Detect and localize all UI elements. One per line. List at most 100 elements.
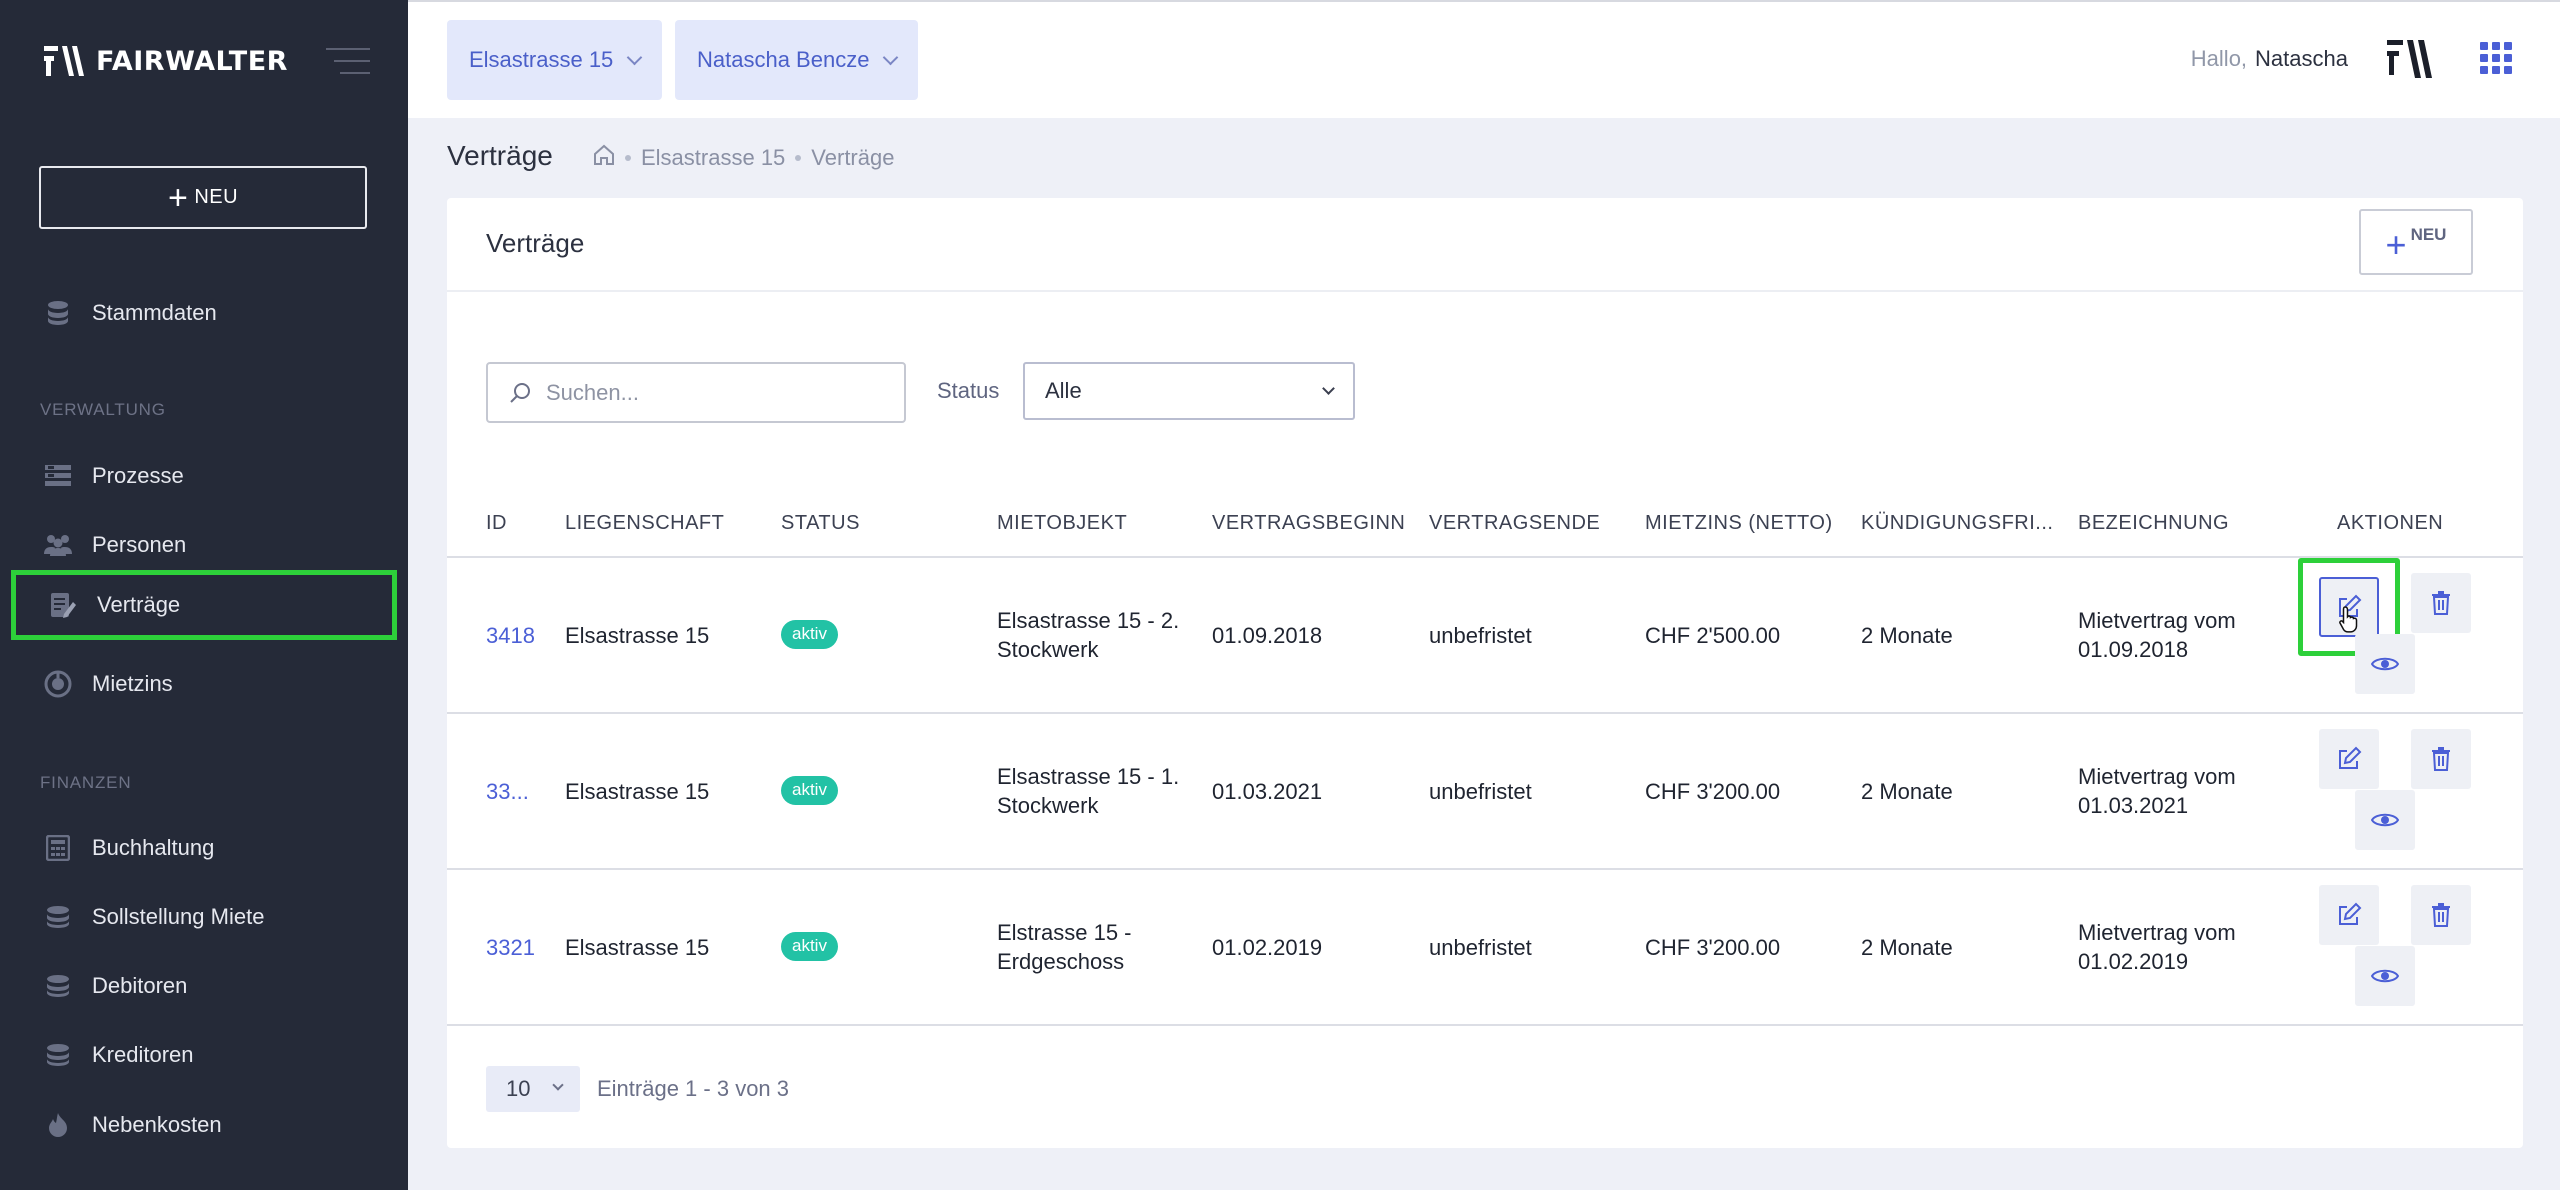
edit-button[interactable]: [2319, 885, 2379, 945]
breadcrumb: Elsastrasse 15 Verträge: [593, 144, 894, 172]
sidebar-item-debitoren[interactable]: Debitoren: [0, 951, 408, 1021]
property-select[interactable]: Elsastrasse 15: [447, 20, 663, 100]
brand-name: FAIRWALTER: [96, 45, 288, 77]
chevron-down-icon: [883, 49, 899, 65]
cell-rent: CHF 3'200.00: [1645, 935, 1781, 960]
section-label-verwaltung: VERWALTUNG: [40, 400, 166, 419]
breadcrumb-item[interactable]: Verträge: [811, 145, 894, 171]
sidebar-item-sollstellung-miete[interactable]: Sollstellung Miete: [0, 882, 408, 952]
cell-end: unbefristet: [1429, 779, 1532, 804]
view-button[interactable]: [2355, 946, 2415, 1006]
cell-description: Mietvertrag vom 01.02.2019: [2078, 918, 2236, 976]
edit-button[interactable]: [2319, 729, 2379, 789]
add-contract-label: NEU: [2410, 225, 2447, 244]
rent-icon: [44, 670, 72, 698]
sidebar-item-label: Personen: [92, 532, 187, 557]
column-header-vertragsende[interactable]: VERTRAGSENDE: [1429, 512, 1600, 535]
cell-object-line: Elstrasse 15 -: [997, 920, 1132, 945]
page-title: Verträge: [447, 140, 553, 171]
cell-end: unbefristet: [1429, 935, 1532, 960]
coins-icon: [44, 972, 72, 1000]
sidebar-item-nebenkosten[interactable]: Nebenkosten: [0, 1090, 408, 1160]
column-header-aktionen: AKTIONEN: [2337, 512, 2444, 534]
table-row: 3321 Elsastrasse 15 aktiv Elstrasse 15 -…: [447, 870, 2523, 1026]
plus-icon: +: [2385, 224, 2407, 265]
table-row: 33... Elsastrasse 15 aktiv Elsastrasse 1…: [447, 714, 2523, 870]
people-icon: [44, 531, 72, 559]
status-filter-select[interactable]: Alle: [1023, 362, 1355, 420]
card-header: Verträge + NEU: [447, 198, 2523, 292]
cell-object-line: Elsastrasse 15 - 1.: [997, 764, 1180, 789]
breadcrumb-separator: [625, 155, 631, 161]
cell-description: Mietvertrag vom 01.09.2018: [2078, 606, 2236, 664]
column-header-kuendigungsfrist[interactable]: KÜNDIGUNGSFRI...: [1861, 512, 2053, 535]
column-header-liegenschaft[interactable]: LIEGENSCHAFT: [565, 512, 724, 535]
brand-logo[interactable]: FAIRWALTER: [44, 44, 288, 78]
view-button[interactable]: [2355, 790, 2415, 850]
cell-description-line: Mietvertrag vom: [2078, 764, 2236, 789]
cell-description-line: 01.09.2018: [2078, 637, 2189, 662]
avatar[interactable]: [2385, 36, 2435, 82]
cell-object-line: Stockwerk: [997, 637, 1099, 662]
fairwalter-logo-icon: [44, 46, 84, 76]
breadcrumb-item[interactable]: Elsastrasse 15: [641, 145, 785, 171]
chevron-down-icon: [1322, 382, 1335, 395]
plus-icon: +: [167, 178, 189, 217]
eye-icon: [2371, 657, 2399, 671]
cell-property: Elsastrasse 15: [565, 779, 710, 804]
contract-id-link[interactable]: 3321: [486, 933, 535, 962]
column-header-mietzins[interactable]: MIETZINS (NETTO): [1645, 512, 1833, 535]
view-button[interactable]: [2355, 634, 2415, 694]
sidebar-item-kreditoren[interactable]: Kreditoren: [0, 1020, 408, 1090]
column-header-status[interactable]: STATUS: [781, 512, 860, 535]
coins-icon: [44, 903, 72, 931]
contracts-card: Verträge + NEU Status Alle ID LIEGENSCHA…: [447, 198, 2523, 1148]
chevron-down-icon: [552, 1079, 564, 1091]
cell-property: Elsastrasse 15: [565, 623, 710, 648]
sidebar-item-buchhaltung[interactable]: Buchhaltung: [0, 813, 408, 883]
sidebar-new-button[interactable]: + NEU: [39, 166, 367, 229]
sidebar-item-stammdaten[interactable]: Stammdaten: [0, 278, 408, 348]
section-label-finanzen: FINANZEN: [40, 773, 132, 792]
table-row: 3418 Elsastrasse 15 aktiv Elsastrasse 15…: [447, 558, 2523, 714]
sidebar-toggle-icon[interactable]: [326, 48, 370, 76]
cell-notice: 2 Monate: [1861, 779, 1953, 804]
eye-icon: [2371, 813, 2399, 827]
column-header-vertragsbeginn[interactable]: VERTRAGSBEGINN: [1212, 512, 1405, 535]
delete-button[interactable]: [2411, 573, 2471, 633]
delete-button[interactable]: [2411, 729, 2471, 789]
search-field[interactable]: [486, 362, 906, 423]
cell-notice: 2 Monate: [1861, 623, 1953, 648]
sidebar-item-prozesse[interactable]: Prozesse: [0, 441, 408, 511]
page-size-value: 10: [506, 1076, 531, 1101]
calculator-icon: [44, 834, 72, 862]
edit-icon: [2339, 902, 2362, 925]
page-size-select[interactable]: 10: [486, 1066, 580, 1112]
apps-grid-icon[interactable]: [2480, 42, 2512, 74]
contract-id-link[interactable]: 33...: [486, 777, 529, 806]
user-greeting: Hallo, Natascha: [2191, 46, 2348, 72]
sidebar-item-label: Prozesse: [92, 463, 184, 488]
add-contract-button[interactable]: + NEU: [2359, 209, 2473, 275]
sidebar-item-mietzins[interactable]: Mietzins: [0, 649, 408, 719]
person-select[interactable]: Natascha Bencze: [675, 20, 919, 100]
contract-id-link[interactable]: 3418: [486, 621, 535, 650]
cell-object-line: Stockwerk: [997, 793, 1099, 818]
cell-rent: CHF 2'500.00: [1645, 623, 1781, 648]
delete-button[interactable]: [2411, 885, 2471, 945]
cell-notice: 2 Monate: [1861, 935, 1953, 960]
status-filter-value: Alle: [1045, 378, 1082, 403]
sidebar-item-vertraege[interactable]: Verträge: [11, 570, 397, 640]
cell-description: Mietvertrag vom 01.03.2021: [2078, 762, 2236, 820]
column-header-bezeichnung[interactable]: BEZEICHNUNG: [2078, 512, 2229, 535]
cell-rent: CHF 3'200.00: [1645, 779, 1781, 804]
column-header-mietobjekt[interactable]: MIETOBJEKT: [997, 512, 1127, 535]
sidebar-item-label: Verträge: [97, 592, 181, 617]
column-header-id[interactable]: ID: [486, 512, 507, 535]
greeting-text: Hallo,: [2190, 46, 2248, 71]
cell-object: Elstrasse 15 - Erdgeschoss: [997, 918, 1132, 976]
card-title: Verträge: [486, 228, 585, 258]
edit-icon: [2339, 746, 2362, 769]
home-icon[interactable]: [593, 144, 615, 172]
search-input[interactable]: [546, 379, 886, 406]
